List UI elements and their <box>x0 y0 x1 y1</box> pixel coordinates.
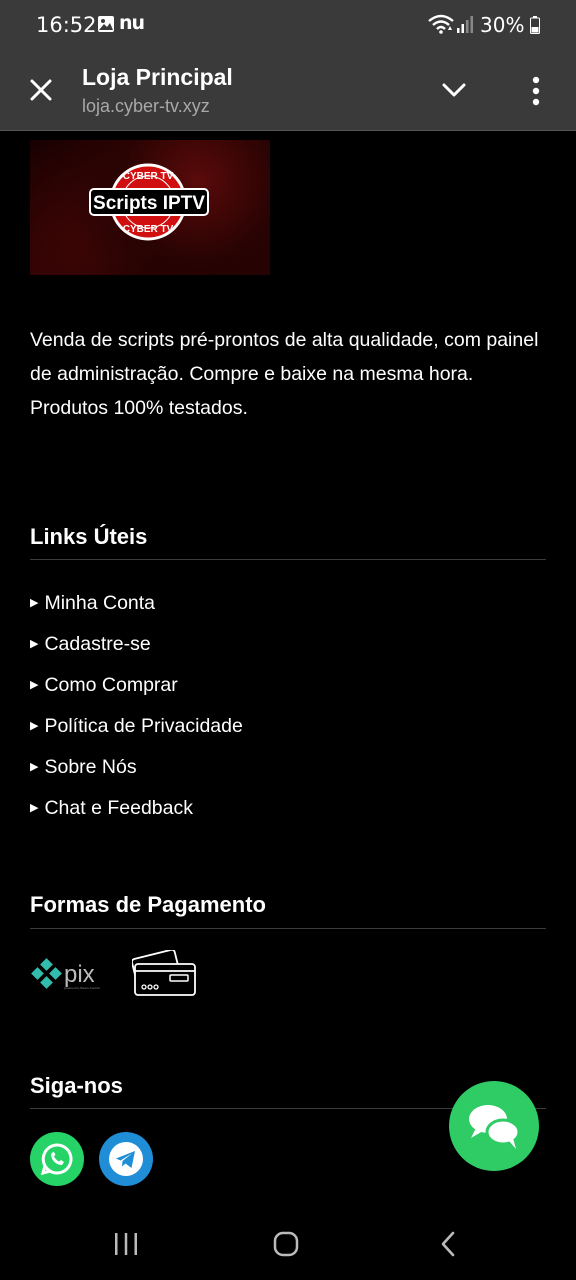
browser-app-bar: Loja Principal loja.cyber-tv.xyz <box>0 52 576 131</box>
telegram-icon <box>109 1142 143 1176</box>
wifi-icon <box>428 14 454 34</box>
useful-links-list: ▶ Minha Conta ▶ Cadastre-se ▶ Como Comprar … <box>30 582 243 828</box>
logo-main-text: Scripts IPTV <box>93 193 205 214</box>
system-navigation-bar <box>0 1206 576 1280</box>
chevron-down-icon[interactable] <box>440 80 468 102</box>
more-options-icon[interactable] <box>526 74 546 108</box>
link-label: Cadastre-se <box>44 632 151 655</box>
bullet-arrow-icon: ▶ <box>30 760 39 773</box>
logo-top-text: CYBER TV <box>123 171 174 182</box>
link-cadastre-se[interactable]: ▶ Cadastre-se <box>30 623 243 664</box>
bullet-arrow-icon: ▶ <box>30 637 39 650</box>
useful-links-heading: Links Úteis <box>30 524 148 549</box>
battery-icon <box>530 16 540 34</box>
signal-icon <box>457 16 473 33</box>
chat-bubbles-icon <box>469 1105 521 1149</box>
bullet-arrow-icon: ▶ <box>30 678 39 691</box>
battery-percent: 30% <box>480 13 525 37</box>
whatsapp-button[interactable] <box>30 1132 84 1186</box>
bullet-arrow-icon: ▶ <box>30 801 39 814</box>
pix-label: pix <box>64 961 95 988</box>
link-politica-privacidade[interactable]: ▶ Política de Privacidade <box>30 705 243 746</box>
pix-icon: pix powered by Banco Central <box>31 958 100 990</box>
link-label: Chat e Feedback <box>44 796 193 819</box>
chat-fab-button[interactable] <box>449 1081 539 1171</box>
gallery-icon <box>98 16 114 32</box>
divider <box>30 559 546 560</box>
link-label: Como Comprar <box>44 673 178 696</box>
home-icon[interactable] <box>273 1231 299 1257</box>
whatsapp-icon <box>40 1143 73 1176</box>
page-url: loja.cyber-tv.xyz <box>82 96 210 116</box>
nubank-notification-icon: nu <box>119 12 145 34</box>
bullet-arrow-icon: ▶ <box>30 596 39 609</box>
scripts-iptv-logo: CYBER TV CYBER TV Scripts IPTV <box>89 163 209 241</box>
link-label: Política de Privacidade <box>44 714 243 737</box>
close-icon[interactable] <box>28 77 54 103</box>
bullet-arrow-icon: ▶ <box>30 719 39 732</box>
pix-sublabel: powered by Banco Central <box>64 986 100 990</box>
page-title: Loja Principal <box>82 64 233 90</box>
back-icon[interactable] <box>438 1230 458 1258</box>
telegram-button[interactable] <box>99 1132 153 1186</box>
link-chat-feedback[interactable]: ▶ Chat e Feedback <box>30 787 243 828</box>
status-time: 16:52 <box>36 13 97 37</box>
logo-bottom-text: CYBER TV <box>123 224 174 235</box>
link-label: Minha Conta <box>44 591 156 614</box>
link-minha-conta[interactable]: ▶ Minha Conta <box>30 582 243 623</box>
divider <box>30 928 546 929</box>
link-como-comprar[interactable]: ▶ Como Comprar <box>30 664 243 705</box>
payment-heading: Formas de Pagamento <box>30 892 266 917</box>
link-label: Sobre Nós <box>44 755 137 778</box>
status-bar: 16:52 nu 30% <box>0 0 576 52</box>
store-description: Venda de scripts pré-prontos de alta qua… <box>30 329 539 419</box>
recent-apps-icon[interactable] <box>113 1232 139 1256</box>
social-heading: Siga-nos <box>30 1073 123 1098</box>
credit-card-icon <box>132 950 196 996</box>
store-logo[interactable]: CYBER TV CYBER TV Scripts IPTV <box>30 140 270 275</box>
link-sobre-nos[interactable]: ▶ Sobre Nós <box>30 746 243 787</box>
